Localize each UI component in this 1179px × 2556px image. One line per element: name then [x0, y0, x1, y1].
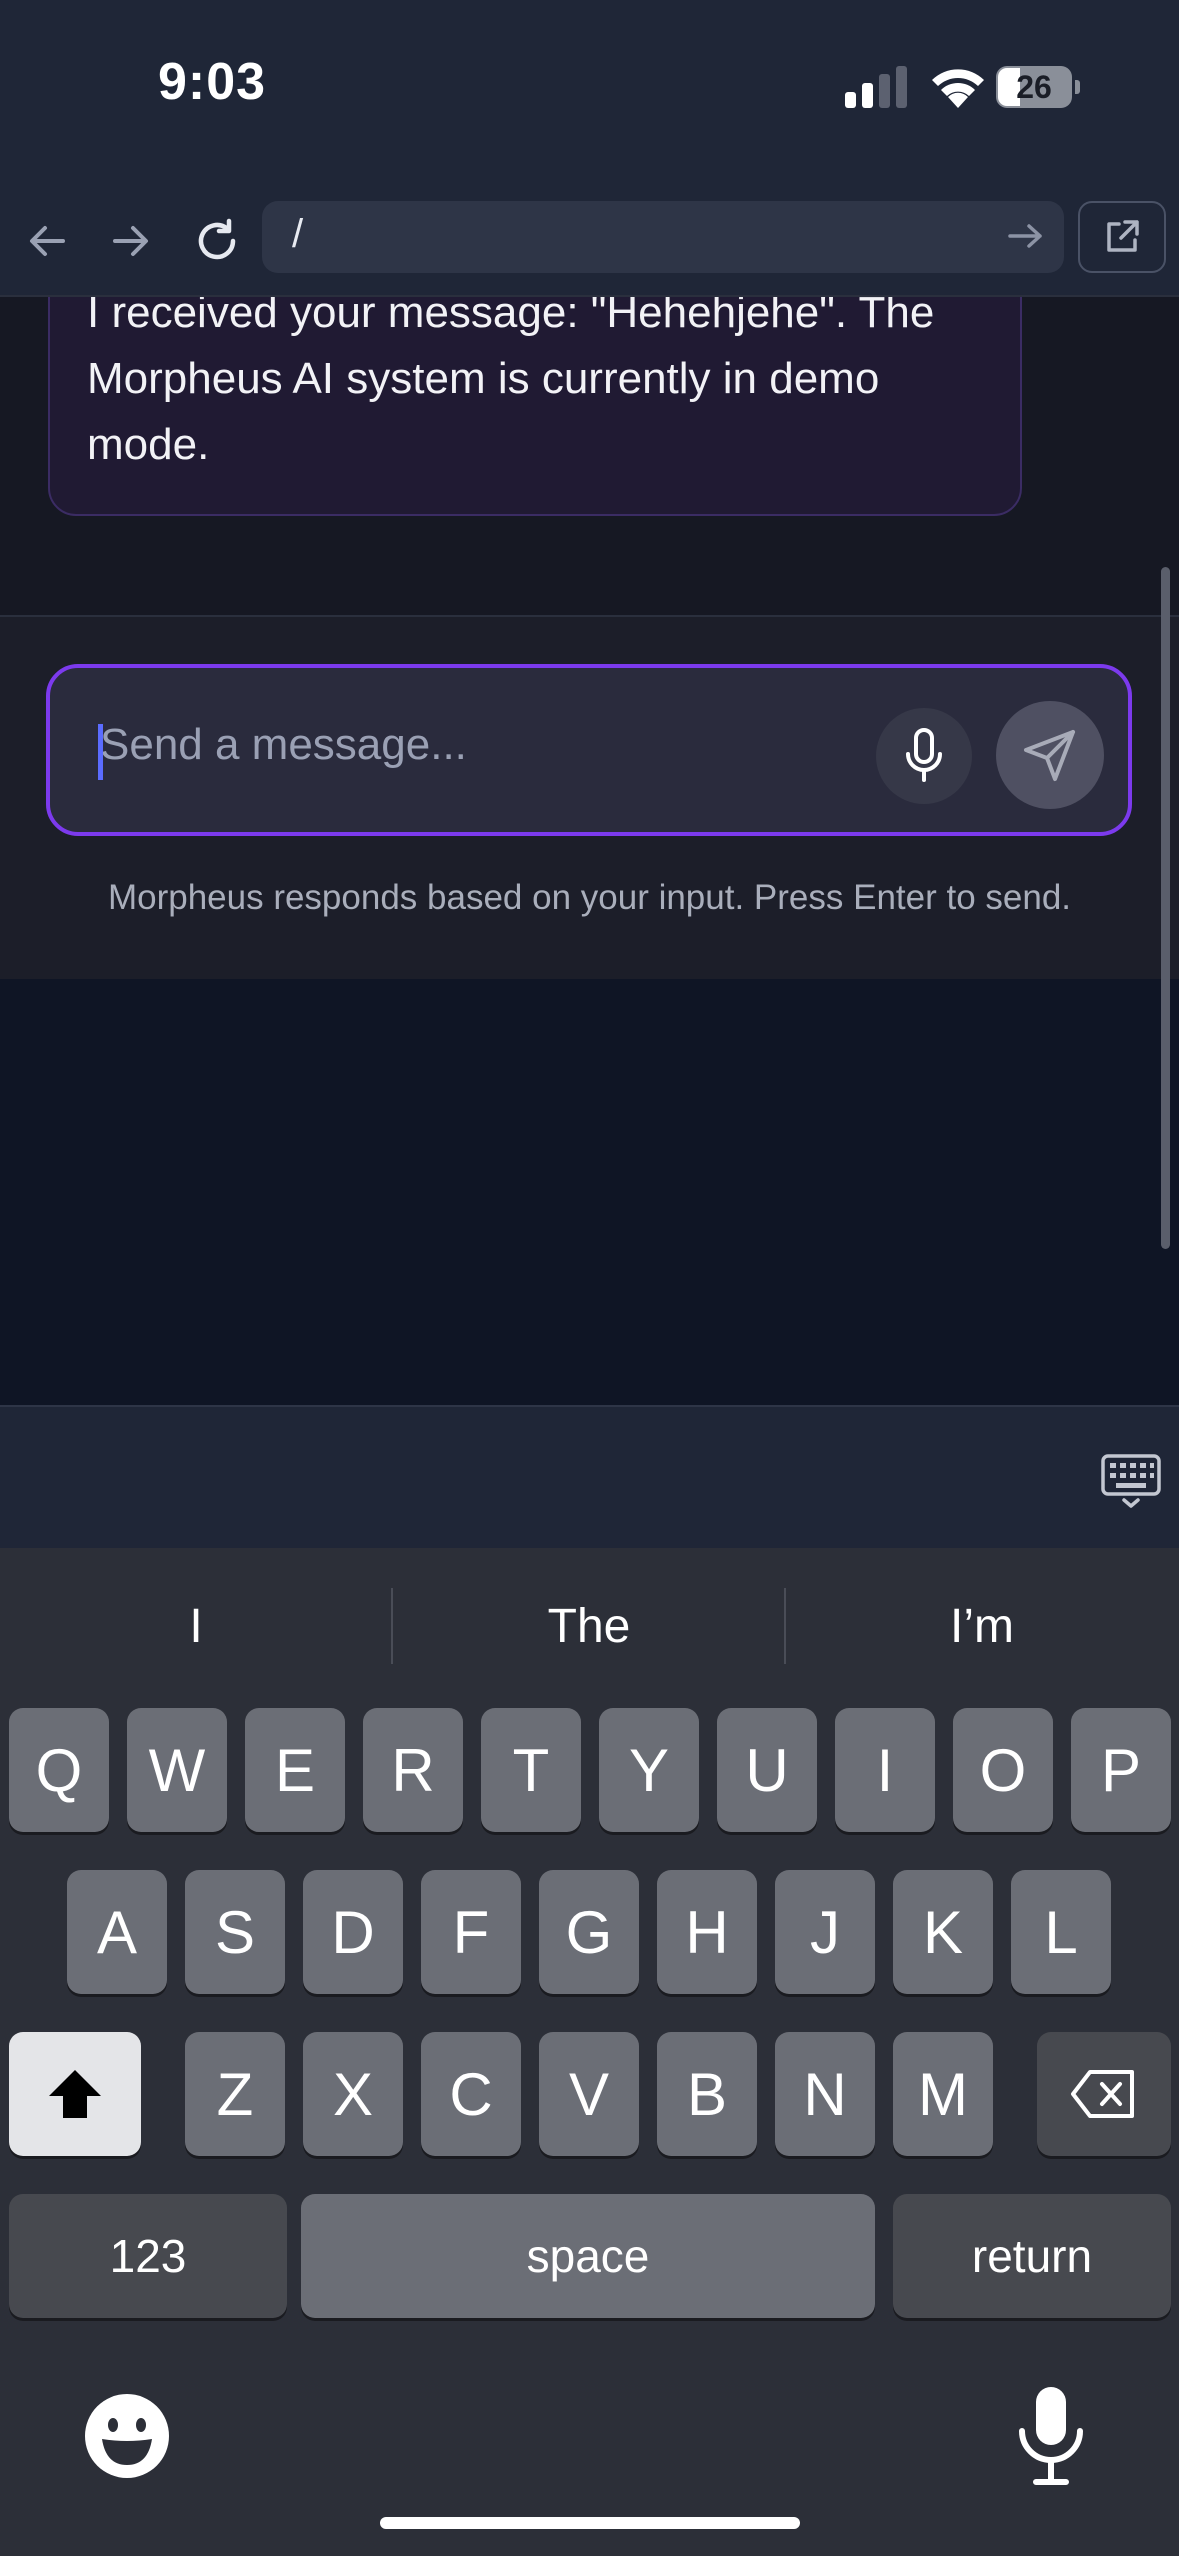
- reload-icon: [198, 218, 236, 260]
- key-c[interactable]: C: [421, 2032, 521, 2156]
- open-external-button-overlay[interactable]: [1078, 201, 1166, 273]
- send-button[interactable]: [996, 701, 1104, 809]
- dictation-icon[interactable]: [1016, 2385, 1086, 2487]
- toolbar-divider: [0, 295, 1179, 297]
- numbers-key[interactable]: 123: [9, 2194, 287, 2318]
- shift-key[interactable]: [9, 2032, 141, 2156]
- keyboard-icon[interactable]: [1100, 1450, 1162, 1510]
- key-y[interactable]: Y: [599, 1708, 699, 1832]
- key-s[interactable]: S: [185, 1870, 285, 1994]
- space-key[interactable]: space: [301, 2194, 875, 2318]
- key-r[interactable]: R: [363, 1708, 463, 1832]
- send-icon: [1024, 730, 1075, 781]
- key-q[interactable]: Q: [9, 1708, 109, 1832]
- suggestion-3[interactable]: I’m: [786, 1588, 1178, 1664]
- page-scrollbar[interactable]: [1161, 567, 1170, 1249]
- key-x[interactable]: X: [303, 2032, 403, 2156]
- shift-icon: [49, 2070, 101, 2118]
- key-z[interactable]: Z: [185, 2032, 285, 2156]
- key-i[interactable]: I: [835, 1708, 935, 1832]
- forward-button-overlay[interactable]: [96, 206, 166, 276]
- key-o[interactable]: O: [953, 1708, 1053, 1832]
- message-input-placeholder[interactable]: Send a message...: [100, 720, 467, 770]
- home-indicator[interactable]: [380, 2517, 800, 2529]
- key-l[interactable]: L: [1011, 1870, 1111, 1994]
- key-b[interactable]: B: [657, 2032, 757, 2156]
- external-link-icon: [1107, 220, 1139, 252]
- key-d[interactable]: D: [303, 1870, 403, 1994]
- key-a[interactable]: A: [67, 1870, 167, 1994]
- key-g[interactable]: G: [539, 1870, 639, 1994]
- key-j[interactable]: J: [775, 1870, 875, 1994]
- delete-icon: [1071, 2070, 1134, 2118]
- page-background: [0, 979, 1179, 1405]
- message-line: mode.: [87, 420, 210, 469]
- return-key[interactable]: return: [893, 2194, 1171, 2318]
- status-time: 9:03: [158, 53, 267, 111]
- key-v[interactable]: V: [539, 2032, 639, 2156]
- microphone-icon: [906, 728, 942, 782]
- emoji-icon[interactable]: [82, 2391, 172, 2481]
- keyboard-accessory-bar: [0, 1405, 1179, 1548]
- key-n[interactable]: N: [775, 2032, 875, 2156]
- suggestion-2[interactable]: The: [393, 1588, 785, 1664]
- voice-input-button[interactable]: [876, 708, 972, 804]
- message-line: Morpheus AI system is currently in demo: [87, 354, 880, 403]
- suggestion-1[interactable]: I: [0, 1588, 392, 1664]
- key-h[interactable]: H: [657, 1870, 757, 1994]
- signal-icon: [845, 66, 907, 108]
- wifi-icon: [932, 69, 984, 108]
- delete-key[interactable]: [1037, 2032, 1171, 2156]
- url-text-overlay[interactable]: /: [292, 212, 303, 257]
- back-arrow-icon: [30, 226, 65, 256]
- key-e[interactable]: E: [245, 1708, 345, 1832]
- back-button-overlay[interactable]: [12, 206, 82, 276]
- key-f[interactable]: F: [421, 1870, 521, 1994]
- battery-level: 26: [1016, 69, 1052, 105]
- key-u[interactable]: U: [717, 1708, 817, 1832]
- assistant-message-text: I received your message: "Hehehjehe". Th…: [87, 280, 1007, 478]
- battery-icon: 26: [996, 66, 1080, 108]
- reload-button-overlay[interactable]: [182, 206, 252, 276]
- key-w[interactable]: W: [127, 1708, 227, 1832]
- composer-hint: Morpheus responds based on your input. P…: [107, 878, 1072, 917]
- key-p[interactable]: P: [1071, 1708, 1171, 1832]
- key-m[interactable]: M: [893, 2032, 993, 2156]
- go-arrow-icon[interactable]: [1004, 218, 1048, 254]
- key-k[interactable]: K: [893, 1870, 993, 1994]
- url-bar-overlay[interactable]: [262, 201, 1064, 273]
- forward-arrow-icon: [113, 226, 148, 256]
- text-caret: [98, 724, 103, 780]
- key-t[interactable]: T: [481, 1708, 581, 1832]
